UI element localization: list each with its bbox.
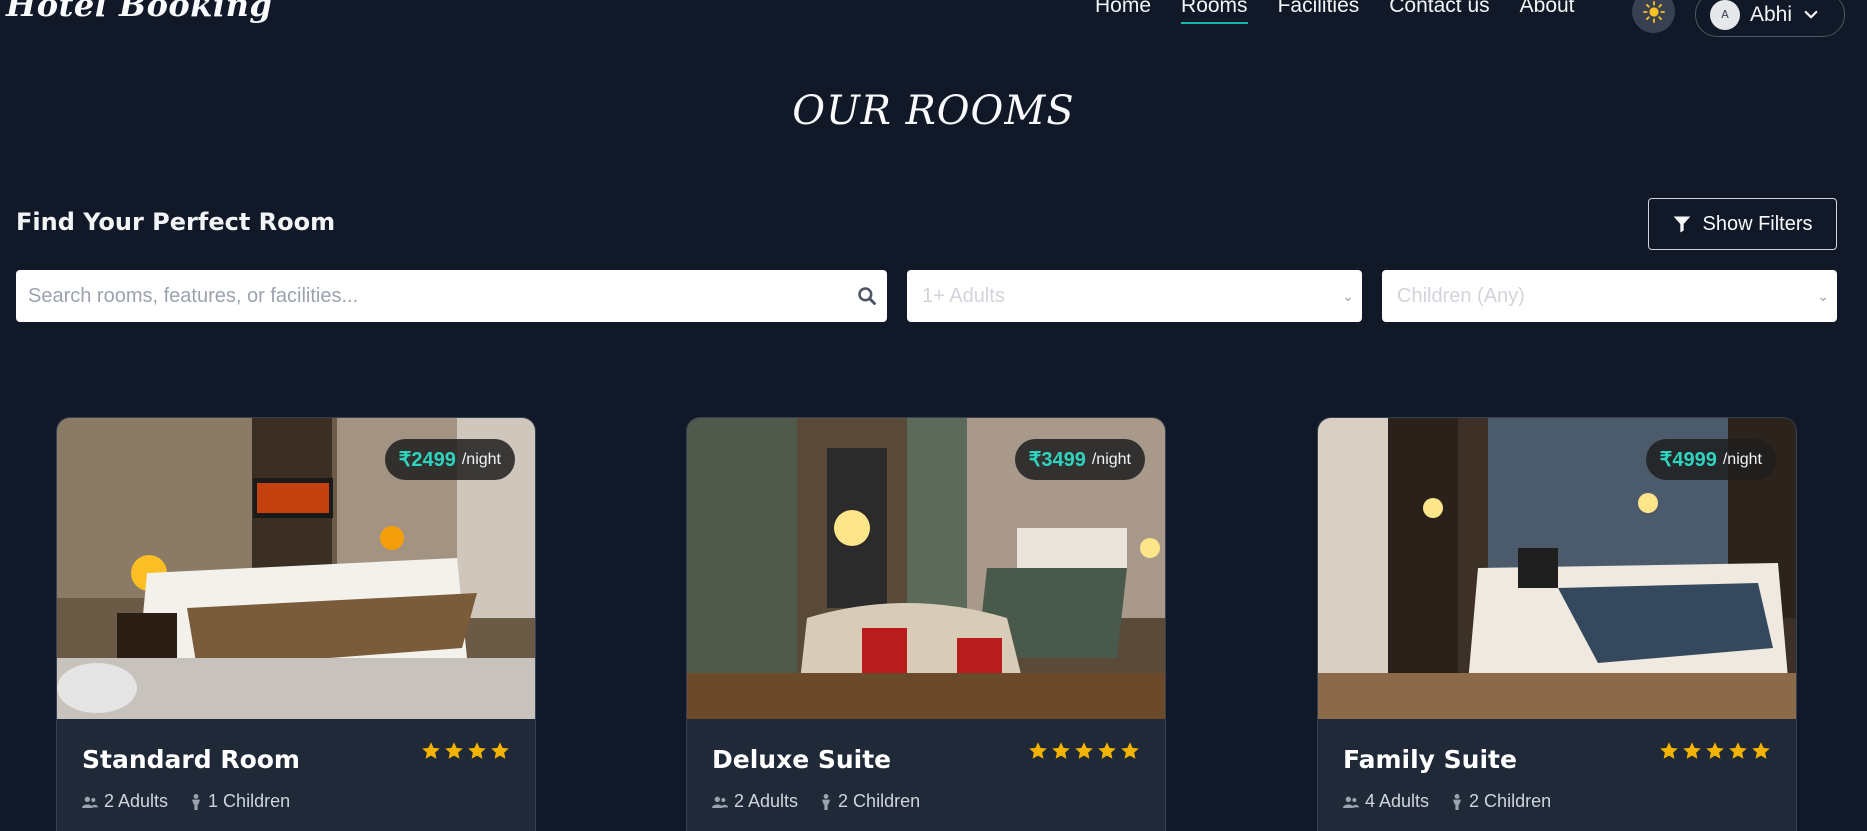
page-title: OUR ROOMS [792,88,1075,134]
adults-select[interactable]: 1+ Adults ⌄ [907,270,1362,322]
room-card[interactable]: ₹2499 /night Standard Room 2 Adults 1 Ch… [56,417,536,831]
child-icon [192,793,201,810]
finder-title: Find Your Perfect Room [16,208,336,236]
star-icon [1098,742,1116,759]
adults-count: 2 Adults [82,791,168,812]
price-badge: ₹3499 /night [1014,439,1145,480]
price-unit: /night [1091,450,1131,468]
price-badge: ₹4999 /night [1645,439,1776,480]
star-icon [1052,742,1070,759]
price-badge: ₹2499 /night [384,439,515,480]
avatar: A [1710,0,1740,30]
star-rating [1659,741,1771,761]
users-icon [712,796,728,808]
user-menu-button[interactable]: A Abhi [1695,0,1845,37]
star-icon [1729,742,1747,759]
price-amount: ₹2499 [398,449,456,471]
star-icon [422,742,440,759]
nav-rooms[interactable]: Rooms [1181,0,1248,24]
star-icon [491,742,509,759]
users-icon [82,796,98,808]
price-amount: ₹4999 [1659,449,1717,471]
search-container [16,270,887,322]
room-image: ₹3499 /night [687,418,1165,719]
nav-contact[interactable]: Contact us [1389,0,1489,24]
room-card[interactable]: ₹3499 /night Deluxe Suite 2 Adults 2 Chi… [686,417,1166,831]
children-count: 2 Children [820,791,920,812]
star-rating [421,741,510,761]
child-icon [822,793,831,810]
filter-icon [1674,216,1691,233]
star-icon [1660,742,1678,759]
nav-facilities[interactable]: Facilities [1278,0,1360,24]
chevron-down-icon: ⌄ [1817,287,1829,304]
room-image: ₹2499 /night [57,418,535,719]
children-select[interactable]: Children (Any) ⌄ [1382,270,1837,322]
search-input[interactable] [16,270,847,322]
children-count: 1 Children [190,791,290,812]
room-card[interactable]: ₹4999 /night Family Suite 4 Adults 2 Chi… [1317,417,1797,831]
price-unit: /night [461,450,501,468]
main-nav: Home Rooms Facilities Contact us About [1095,0,1605,24]
child-icon [1453,793,1462,810]
star-icon [1683,742,1701,759]
sun-icon [1642,0,1665,23]
nav-home[interactable]: Home [1095,0,1151,24]
star-icon [1752,742,1770,759]
star-icon [1075,742,1093,759]
star-icon [445,742,463,759]
children-count: 2 Children [1451,791,1551,812]
search-button[interactable] [847,286,887,306]
nav-about[interactable]: About [1520,0,1575,24]
adults-count: 4 Adults [1343,791,1429,812]
price-unit: /night [1722,450,1762,468]
theme-toggle-button[interactable] [1632,0,1675,33]
user-name: Abhi [1750,2,1793,26]
star-rating [1028,741,1140,761]
room-image: ₹4999 /night [1318,418,1796,719]
star-icon [1029,742,1047,759]
search-icon [858,287,876,305]
star-icon [1706,742,1724,759]
star-icon [1121,742,1139,759]
show-filters-button[interactable]: Show Filters [1648,198,1837,250]
star-icon [468,742,486,759]
brand-logo[interactable]: Hotel Booking [6,0,272,24]
users-icon [1343,796,1359,808]
price-amount: ₹3499 [1028,449,1086,471]
chevron-down-icon: ⌄ [1342,287,1354,304]
chevron-down-icon [1804,10,1818,18]
adults-count: 2 Adults [712,791,798,812]
